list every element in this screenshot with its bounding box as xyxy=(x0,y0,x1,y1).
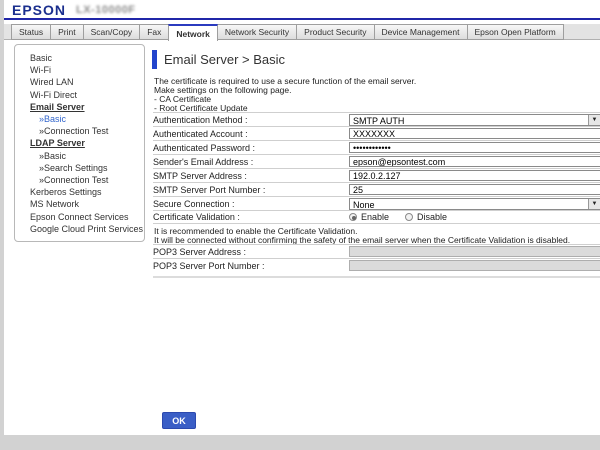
form-row: POP3 Server Port Number : xyxy=(153,258,600,272)
radio-option-enable[interactable]: Enable xyxy=(349,212,389,222)
tab-bar: StatusPrintScan/CopyFaxNetworkNetwork Se… xyxy=(4,24,600,40)
field-label: SMTP Server Address : xyxy=(153,171,349,181)
printer-model-redacted: LX-10000F xyxy=(76,4,136,16)
web-config-page: EPSON LX-10000F StatusPrintScan/CopyFaxN… xyxy=(4,0,600,435)
field-label: POP3 Server Address : xyxy=(153,247,349,257)
radio-label: Enable xyxy=(361,212,389,222)
sidebar-item-wi-fi-direct[interactable]: Wi-Fi Direct xyxy=(15,89,144,101)
email-server-form: Authentication Method : SMTP AUTH ▼ Authe… xyxy=(153,112,600,224)
radio-icon[interactable] xyxy=(349,213,357,221)
sidebar-item-basic[interactable]: »Basic xyxy=(15,113,144,125)
form-row: SMTP Server Port Number : xyxy=(153,182,600,196)
smtp-server-address-input[interactable] xyxy=(349,170,600,181)
tab-fax[interactable]: Fax xyxy=(139,24,169,40)
certificate-note: It is recommended to enable the Certific… xyxy=(154,227,570,244)
dropdown-arrow-icon[interactable]: ▼ xyxy=(588,115,600,125)
radio-option-disable[interactable]: Disable xyxy=(405,212,447,222)
authentication-method-select[interactable]: SMTP AUTH ▼ xyxy=(349,114,600,126)
form-row: SMTP Server Address : xyxy=(153,168,600,182)
dropdown-arrow-icon[interactable]: ▼ xyxy=(588,199,600,209)
form-end-divider xyxy=(153,276,600,278)
form-row: POP3 Server Address : xyxy=(153,244,600,258)
tab-product-security[interactable]: Product Security xyxy=(296,24,374,40)
sidebar-item-ms-network[interactable]: MS Network xyxy=(15,198,144,210)
sidebar-item-connection-test[interactable]: »Connection Test xyxy=(15,174,144,186)
page-title: Email Server > Basic xyxy=(164,52,285,67)
header-divider xyxy=(4,18,600,20)
tab-scan-copy[interactable]: Scan/Copy xyxy=(83,24,141,40)
sidebar-item-email-server[interactable]: Email Server xyxy=(15,101,144,113)
sidebar-item-search-settings[interactable]: »Search Settings xyxy=(15,162,144,174)
epson-logo: EPSON xyxy=(12,2,66,18)
form-row: Secure Connection : None ▼ xyxy=(153,196,600,210)
ok-button[interactable]: OK xyxy=(162,412,196,429)
sidebar-item-basic[interactable]: Basic xyxy=(15,52,144,64)
intro-text: The certificate is required to use a sec… xyxy=(154,77,416,113)
sidebar-item-connection-test[interactable]: »Connection Test xyxy=(15,125,144,137)
sidebar-item-wi-fi[interactable]: Wi-Fi xyxy=(15,64,144,76)
radio-label: Disable xyxy=(417,212,447,222)
page-title-block: Email Server > Basic xyxy=(152,50,285,69)
tab-device-management[interactable]: Device Management xyxy=(374,24,468,40)
sidebar-item-basic[interactable]: »Basic xyxy=(15,150,144,162)
secure-connection-select[interactable]: None ▼ xyxy=(349,198,600,210)
pop3-server-address-input xyxy=(349,246,600,257)
form-row: Authenticated Account : xyxy=(153,126,600,140)
sender-s-email-address-input[interactable] xyxy=(349,156,600,167)
tab-print[interactable]: Print xyxy=(50,24,83,40)
field-label: Certificate Validation : xyxy=(153,212,349,222)
tab-status[interactable]: Status xyxy=(11,24,51,40)
field-label: Authentication Method : xyxy=(153,115,349,125)
form-row: Authentication Method : SMTP AUTH ▼ xyxy=(153,112,600,126)
sidebar-item-ldap-server[interactable]: LDAP Server xyxy=(15,137,144,149)
selected-value: SMTP AUTH xyxy=(353,116,404,126)
tab-epson-open-platform[interactable]: Epson Open Platform xyxy=(467,24,564,40)
title-accent-bar xyxy=(152,50,157,69)
field-label: Secure Connection : xyxy=(153,199,349,209)
form-row: Authenticated Password : xyxy=(153,140,600,154)
form-row: Sender's Email Address : xyxy=(153,154,600,168)
field-label: Sender's Email Address : xyxy=(153,157,349,167)
sidebar-nav: BasicWi-FiWired LANWi-Fi DirectEmail Ser… xyxy=(14,44,145,242)
pop3-form: POP3 Server Address : POP3 Server Port N… xyxy=(153,244,600,272)
sidebar-item-kerberos-settings[interactable]: Kerberos Settings xyxy=(15,186,144,198)
field-label: SMTP Server Port Number : xyxy=(153,185,349,195)
sidebar-item-wired-lan[interactable]: Wired LAN xyxy=(15,76,144,88)
field-label: POP3 Server Port Number : xyxy=(153,261,349,271)
field-label: Authenticated Password : xyxy=(153,143,349,153)
pop3-server-port-number-input xyxy=(349,260,600,271)
field-label: Authenticated Account : xyxy=(153,129,349,139)
authenticated-password-input[interactable] xyxy=(349,142,600,153)
smtp-server-port-number-input[interactable] xyxy=(349,184,600,195)
authenticated-account-input[interactable] xyxy=(349,128,600,139)
radio-icon[interactable] xyxy=(405,213,413,221)
tab-network-security[interactable]: Network Security xyxy=(217,24,297,40)
tab-network[interactable]: Network xyxy=(168,24,218,41)
note-line-2: It will be connected without confirming … xyxy=(154,236,570,245)
form-row: Certificate Validation : Enable Disable xyxy=(153,210,600,224)
sidebar-item-epson-connect-services[interactable]: Epson Connect Services xyxy=(15,211,144,223)
sidebar-item-google-cloud-print-services[interactable]: Google Cloud Print Services xyxy=(15,223,144,235)
selected-value: None xyxy=(353,200,375,210)
